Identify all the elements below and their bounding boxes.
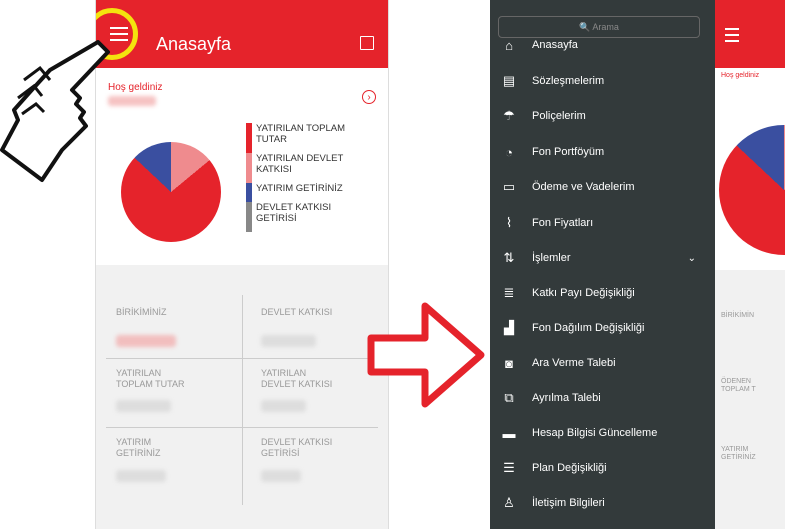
background-page: Hoş geldiniz BİRİKİMİN ÖDENEN TOPLAM T Y… [715, 0, 785, 529]
devlet-katkisi-label: DEVLET KATKISI [261, 307, 333, 317]
pie-icon: ◔ [505, 144, 513, 160]
home-icon: ⌂ [505, 37, 513, 53]
summary-grid: BİRİKİMİNİZ DEVLET KATKISI YATIRILAN TOP… [96, 265, 388, 529]
chart-legend: YATIRILAN TOPLAM TUTAR YATIRILAN DEVLET … [246, 123, 366, 232]
background-pie-chart [719, 125, 785, 255]
umbrella-icon: ☂ [503, 108, 515, 123]
menu-item-islemler[interactable]: ⇅ İşlemler ⌄ [500, 243, 710, 273]
transactions-icon: ⇅ [503, 250, 515, 265]
home-screen: Anasayfa Hoş geldiniz › YATIRILAN TOPLAM… [95, 0, 389, 529]
pause-icon: ◙ [505, 355, 513, 371]
menu-item-fon-portfoyum[interactable]: ◔ Fon Portföyüm [500, 137, 710, 167]
menu-item-hesap-bilgisi[interactable]: ▬ Hesap Bilgisi Güncelleme [500, 418, 710, 448]
menu-screen: Hoş geldiniz BİRİKİMİN ÖDENEN TOPLAM T Y… [490, 0, 785, 529]
yatirilan-toplam-label: YATIRILAN TOPLAM TUTAR [116, 368, 185, 389]
app-header: Anasayfa [96, 0, 388, 68]
document-icon: ▤ [502, 73, 516, 88]
chevron-down-icon: ⌄ [687, 252, 696, 264]
menu-item-katki-payi[interactable]: ≣ Katkı Payı Değişikliği [500, 278, 710, 308]
menu-item-plan[interactable]: ☰ Plan Değişikliği [500, 453, 710, 483]
exit-icon: ⧉ [504, 390, 514, 405]
bars-icon: ▟ [504, 320, 514, 335]
legend-item: YATIRILAN TOPLAM TUTAR [246, 123, 366, 153]
chart-icon: ⌇ [505, 215, 513, 230]
yatirim-getiriniz-label: YATIRIM GETİRİNİZ [116, 437, 161, 458]
menu-item-fon-fiyatlari[interactable]: ⌇ Fon Fiyatları [500, 208, 710, 238]
coins-icon: ≣ [503, 285, 515, 300]
contact-icon: ♙ [503, 495, 515, 510]
payment-icon: ▭ [502, 179, 516, 194]
devlet-getirisi-label: DEVLET KATKISI GETİRİSİ [261, 437, 333, 458]
transition-arrow-icon [367, 302, 485, 408]
menu-item-fon-dagilim[interactable]: ▟ Fon Dağılım Değişikliği [500, 313, 710, 343]
legend-item: DEVLET KATKISI GETİRİSİ [246, 202, 366, 232]
plan-icon: ☰ [503, 460, 515, 475]
page-title: Anasayfa [156, 34, 232, 54]
menu-item-sozlesmelerim[interactable]: ▤ Sözleşmelerim [500, 66, 710, 96]
menu-item-ara-verme[interactable]: ◙ Ara Verme Talebi [500, 348, 710, 378]
menu-item-anasayfa[interactable]: ⌂ Anasayfa [500, 30, 710, 60]
menu-item-policelerim[interactable]: ☂ Poliçelerim [500, 101, 710, 131]
card-icon: ▬ [502, 425, 516, 441]
details-arrow-icon[interactable]: › [362, 90, 376, 104]
legend-item: YATIRILAN DEVLET KATKISI [246, 153, 366, 183]
legend-item: YATIRIM GETİRİNİZ [246, 183, 366, 213]
menu-item-odeme[interactable]: ▭ Ödeme ve Vadelerim [500, 172, 710, 202]
birikiminiz-label: BİRİKİMİNİZ [116, 307, 167, 317]
menu-item-ayrilma[interactable]: ⧉ Ayrılma Talebi [500, 383, 710, 413]
portfolio-pie-chart [121, 142, 221, 242]
menu-item-iletisim[interactable]: ♙ İletişim Bilgileri [500, 488, 710, 518]
logout-icon[interactable] [360, 36, 374, 50]
navigation-drawer: 🔍 Arama ⌂ Anasayfa ▤ Sözleşmelerim ☂ Poliçe… [490, 0, 715, 529]
hand-pointer-icon [0, 40, 110, 182]
yatirilan-devlet-label: YATIRILAN DEVLET KATKISI [261, 368, 333, 389]
